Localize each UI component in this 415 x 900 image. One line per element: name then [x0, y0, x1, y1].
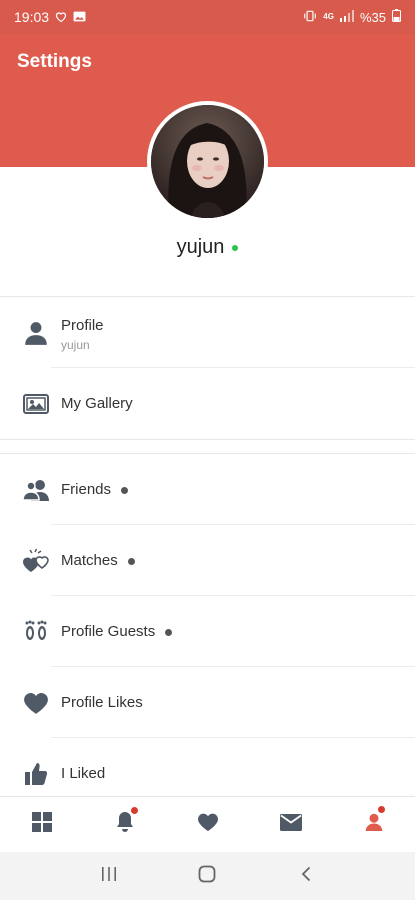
menu-item-friends[interactable]: Friends [0, 454, 415, 525]
heart-icon [197, 812, 219, 837]
menu-group-social: Friends Matches Profile Guests Profile L… [0, 453, 415, 810]
grid-icon [31, 812, 52, 837]
network-label: 4G [323, 12, 334, 21]
avatar-photo [151, 105, 264, 218]
mail-icon [279, 813, 302, 836]
menu-item-label: I Liked [61, 765, 106, 782]
footprints-icon [21, 617, 51, 647]
status-left: 19:03 [14, 9, 86, 25]
menu-item-text: Profile Guests [61, 623, 156, 640]
thumbs-up-icon [21, 759, 51, 789]
nav-messages[interactable] [249, 797, 332, 852]
notification-badge [131, 807, 138, 814]
new-indicator-dot [165, 628, 173, 636]
menu-item-label: Matches [61, 552, 135, 569]
gallery-icon [21, 389, 51, 419]
heart-icon [21, 688, 51, 718]
menu-item-matches[interactable]: Matches [0, 525, 415, 596]
menu-group-account: Profile yujun My Gallery [0, 296, 415, 440]
home-button[interactable] [187, 856, 227, 896]
menu-item-label: Profile [61, 317, 104, 334]
username-row: yujun [0, 236, 415, 259]
menu-item-profile[interactable]: Profile yujun [0, 297, 415, 368]
new-indicator-dot [127, 557, 135, 565]
vibrate-icon [303, 10, 317, 25]
menu-item-my-gallery[interactable]: My Gallery [0, 368, 415, 439]
status-right: 4G %35 [303, 9, 401, 25]
menu-item-profile-guests[interactable]: Profile Guests [0, 596, 415, 667]
back-button[interactable] [286, 856, 326, 896]
signal-icon [339, 9, 354, 25]
menu-item-label: My Gallery [61, 395, 133, 412]
bottom-nav [0, 796, 415, 852]
menu-item-sublabel: yujun [61, 338, 90, 352]
app-bar: Settings [0, 34, 415, 90]
bell-icon [115, 811, 135, 838]
image-icon [73, 9, 86, 25]
nav-profile[interactable] [332, 797, 415, 852]
nav-notifications[interactable] [83, 797, 166, 852]
network-4g-icon: 4G [323, 13, 334, 21]
battery-text: %35 [359, 9, 386, 25]
username: yujun [176, 236, 225, 258]
matches-icon [21, 546, 51, 576]
person-icon [21, 318, 51, 348]
menu-item-label: Profile Guests [61, 623, 173, 640]
online-indicator [232, 244, 239, 251]
system-nav-bar [0, 852, 415, 900]
menu-item-label: Friends [61, 481, 129, 498]
menu-item-profile-likes[interactable]: Profile Likes [0, 667, 415, 738]
home-icon [198, 865, 216, 888]
chevron-left-icon [301, 866, 311, 887]
user-icon [365, 812, 383, 837]
status-time: 19:03 [14, 9, 50, 25]
nav-likes[interactable] [166, 797, 249, 852]
menu-item-text: Matches [61, 552, 118, 569]
recent-apps-button[interactable] [89, 856, 129, 896]
profile-badge [378, 806, 385, 813]
new-indicator-dot [121, 486, 129, 494]
battery-icon [392, 9, 401, 25]
page-title: Settings [17, 51, 92, 72]
recent-apps-icon [101, 866, 117, 886]
menu-item-text: Friends [61, 481, 112, 498]
nav-dashboard[interactable] [0, 797, 83, 852]
menu-item-label: Profile Likes [61, 694, 143, 711]
friends-icon [21, 475, 51, 505]
heart-outline-icon [55, 9, 67, 25]
avatar[interactable] [147, 101, 268, 222]
status-bar: 19:03 4G %35 [0, 0, 415, 34]
